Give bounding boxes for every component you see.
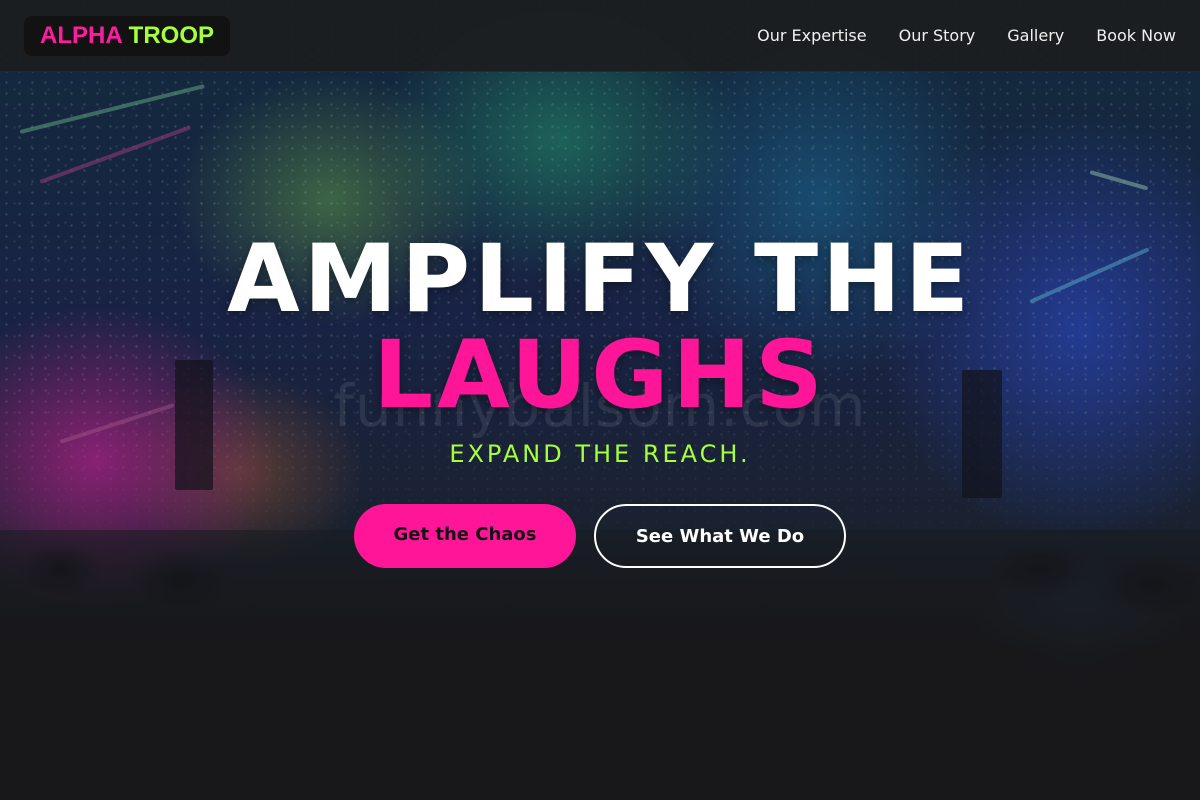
hero-headline: AMPLIFY THE LAUGHS	[0, 232, 1200, 424]
top-navbar: ALPHA TROOP Our Expertise Our Story Gall…	[0, 0, 1200, 72]
nav-link-our-expertise[interactable]: Our Expertise	[757, 26, 866, 45]
get-the-chaos-button[interactable]: Get the Chaos	[354, 504, 576, 568]
hero-headline-line2: LAUGHS	[373, 321, 827, 430]
hero-cta-group: Get the Chaos See What We Do	[0, 504, 1200, 568]
nav-link-our-story[interactable]: Our Story	[899, 26, 976, 45]
nav-link-book-now[interactable]: Book Now	[1096, 26, 1176, 45]
brand-logo-word-alpha: ALPHA	[40, 21, 123, 49]
brand-logo[interactable]: ALPHA TROOP	[24, 15, 231, 56]
nav-link-gallery[interactable]: Gallery	[1007, 26, 1064, 45]
see-what-we-do-button[interactable]: See What We Do	[594, 504, 846, 568]
hero-headline-line1: AMPLIFY THE	[226, 225, 974, 334]
brand-logo-word-troop: TROOP	[128, 21, 215, 49]
hero-tagline: EXPAND THE REACH.	[449, 440, 751, 468]
nav-links: Our Expertise Our Story Gallery Book Now	[757, 26, 1176, 45]
